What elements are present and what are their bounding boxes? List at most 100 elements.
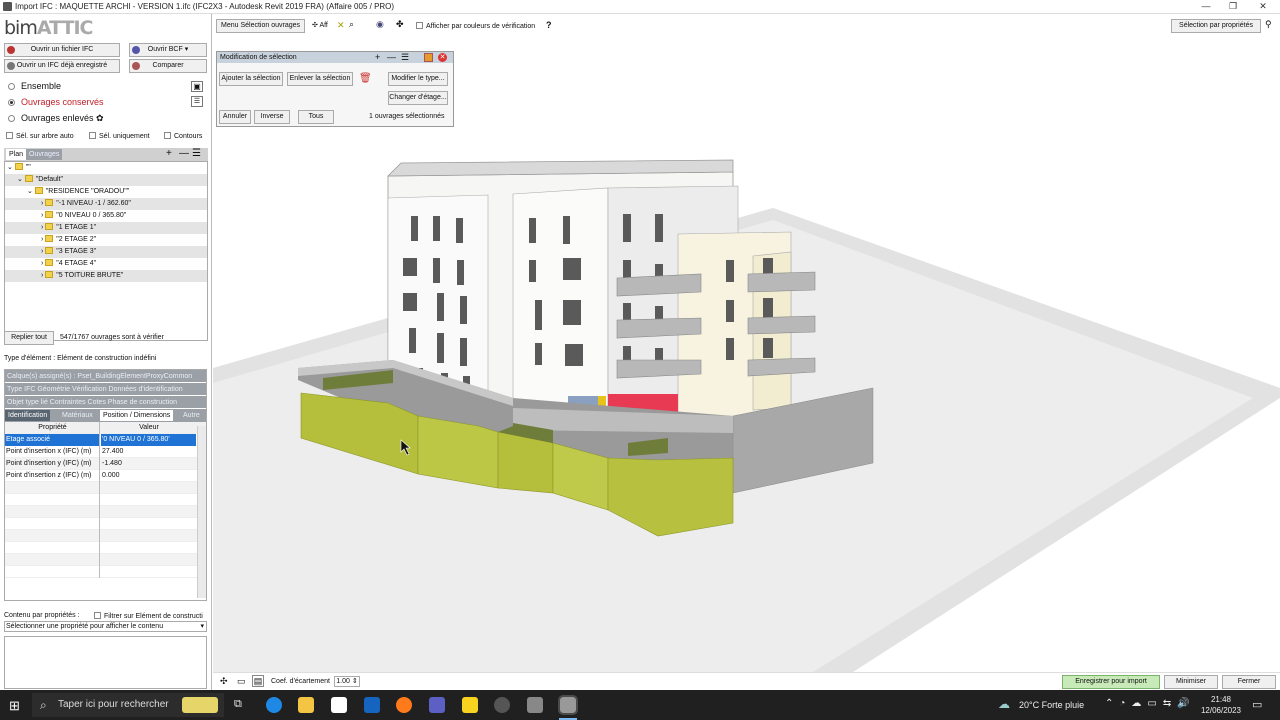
firefox-icon[interactable] — [396, 697, 412, 713]
clock-time[interactable]: 21:48 — [1203, 695, 1239, 704]
aff-button[interactable]: ✣ Aff — [312, 21, 328, 29]
add-selection-button[interactable]: Ajouter la sélection — [219, 72, 283, 86]
expand-all-icon[interactable]: + — [166, 148, 172, 159]
taskbar-search[interactable]: ⌕ Taper ici pour rechercher — [32, 693, 224, 717]
sticky-notes-icon[interactable] — [462, 697, 478, 713]
compare-button[interactable]: Comparer — [129, 59, 207, 73]
grey-row[interactable]: Type IFC Géométrie Vérification Données … — [5, 383, 206, 396]
frame-icon[interactable]: ▭ — [237, 676, 246, 687]
remove-selection-button[interactable]: Enlever la sélection — [287, 72, 353, 86]
coef-input[interactable]: 1.00 ⇕ — [334, 676, 360, 687]
screenshot-icon[interactable]: ▤ — [252, 675, 264, 687]
pin-icon[interactable]: ⚲ — [1265, 19, 1272, 30]
folder-icon — [24, 175, 33, 182]
table-row — [5, 482, 206, 494]
checkbox-only[interactable]: Sél. uniquement — [89, 132, 150, 140]
maximize-window-button[interactable]: ❐ — [1222, 1, 1244, 13]
tray-icons[interactable]: ⌃◔☁▭⇆🔊 — [1105, 698, 1196, 709]
tab-identification[interactable]: Identification — [5, 410, 51, 421]
tab-autre[interactable]: Autre — [180, 410, 203, 421]
building-model[interactable] — [213, 38, 1280, 672]
trash-icon[interactable]: 🗑 — [359, 73, 372, 84]
tree-row[interactable]: › "2 ETAGE 2" — [5, 234, 207, 246]
property-select[interactable]: Sélectionner une propriété pour afficher… — [4, 621, 207, 632]
table-row[interactable]: Etage associé '0 NIVEAU 0 / 365.80' — [5, 434, 206, 446]
minimize-window-button[interactable]: — — [1195, 1, 1217, 13]
modify-type-button[interactable]: Modifier le type... — [388, 72, 448, 86]
table-row[interactable]: Point d'insertion z (IFC) (m) 0.000 — [5, 470, 206, 482]
list-icon[interactable]: ☰ — [191, 96, 203, 107]
fit-icon[interactable]: ✕ — [337, 20, 345, 31]
close-button[interactable]: Fermer — [1222, 675, 1276, 689]
tree-row[interactable]: › "-1 NIVEAU -1 / 362.60" — [5, 198, 207, 210]
pin-icon[interactable] — [424, 53, 433, 62]
bimattic-app-icon[interactable] — [527, 697, 543, 713]
collapse-icon[interactable]: — — [179, 148, 189, 159]
checkbox-contours[interactable]: Contours — [164, 132, 202, 140]
tree-row[interactable]: › "4 ETAGE 4" — [5, 258, 207, 270]
cancel-button[interactable]: Annuler — [219, 110, 251, 124]
save-import-button[interactable]: Enregistrer pour import — [1062, 675, 1160, 689]
palette-icon[interactable]: ✤ — [396, 19, 404, 30]
color-check-checkbox[interactable]: Afficher par couleurs de vérification — [416, 22, 535, 30]
all-button[interactable]: Tous — [298, 110, 334, 124]
zoom-icon[interactable]: ⌕ — [349, 19, 354, 30]
tab-ouvrages[interactable]: Ouvrages — [26, 149, 63, 160]
clock-date[interactable]: 12/06/2023 — [1198, 706, 1244, 715]
windows-start-icon[interactable]: ⊞ — [9, 698, 20, 714]
open-saved-ifc-button[interactable]: Ouvrir un IFC déjà enregistré — [4, 59, 120, 73]
menu-icon[interactable]: ☰ — [192, 148, 201, 159]
close-window-button[interactable]: ✕ — [1252, 1, 1274, 13]
minus-icon[interactable]: — — [387, 52, 396, 63]
change-floor-button[interactable]: Changer d'étage... — [388, 91, 448, 105]
filter-checkbox[interactable]: Filtrer sur Elément de constructi — [94, 612, 203, 620]
menu-selection-button[interactable]: Menu Sélection ouvrages — [216, 19, 305, 33]
3d-viewport[interactable] — [213, 38, 1280, 672]
file-explorer-icon[interactable] — [298, 697, 314, 713]
move-icon[interactable]: ✣ — [220, 676, 228, 687]
tab-position-dimensions[interactable]: Position / Dimensions — [100, 410, 174, 421]
table-row[interactable]: Point d'insertion y (IFC) (m) -1.480 — [5, 458, 206, 470]
eye-icon[interactable]: ◉ — [376, 19, 384, 30]
teams-icon[interactable] — [429, 697, 445, 713]
properties-scrollbar[interactable] — [197, 426, 206, 598]
radio-ouvrages-conserves[interactable]: Ouvrages conservés — [8, 97, 104, 107]
bimattic-active-icon[interactable] — [558, 695, 578, 715]
tree-row[interactable]: › "0 NIVEAU 0 / 365.80" — [5, 210, 207, 222]
inverse-button[interactable]: Inverse — [254, 110, 290, 124]
add-icon[interactable]: + — [375, 52, 380, 63]
tab-plan[interactable]: Plan — [6, 149, 27, 160]
close-icon[interactable]: ✕ — [438, 53, 447, 62]
tree-row[interactable]: › "5 TOITURE BRUTE" — [5, 270, 207, 282]
tree-row[interactable]: ⌄ "RESIDENCE "ORADOU"" — [5, 186, 207, 198]
popup-title: Modification de sélection — [220, 54, 297, 61]
menu-icon[interactable]: ☰ — [401, 52, 409, 63]
tree-row[interactable]: ⌄ "" — [5, 162, 207, 174]
tree-row[interactable]: › "3 ETAGE 3" — [5, 246, 207, 258]
help-icon[interactable]: ? — [546, 20, 552, 30]
save-icon[interactable]: ▣ — [191, 81, 203, 92]
weather-text[interactable]: 20°C Forte pluie — [1019, 700, 1084, 710]
radio-ouvrages-enleves[interactable]: Ouvrages enlevés ✿ — [8, 113, 104, 124]
mail-icon[interactable] — [364, 697, 380, 713]
open-bcf-button[interactable]: Ouvrir BCF ▾ — [129, 43, 207, 57]
grey-row[interactable]: Calque(s) assigné(s) : Pset_BuildingElem… — [5, 370, 206, 383]
tree-row[interactable]: › "1 ETAGE 1" — [5, 222, 207, 234]
open-ifc-button[interactable]: Ouvrir un fichier IFC — [4, 43, 120, 57]
select-by-props-button[interactable]: Sélection par propriétés — [1171, 19, 1261, 33]
notifications-icon[interactable]: ▭ — [1252, 698, 1262, 711]
tree-row[interactable]: ⌄ "Default" — [5, 174, 207, 186]
radio-ensemble[interactable]: Ensemble — [8, 81, 61, 91]
table-row[interactable]: Point d'insertion x (IFC) (m) 27.400 — [5, 446, 206, 458]
tab-materiaux[interactable]: Matériaux — [59, 410, 96, 421]
edge-icon[interactable] — [266, 697, 282, 713]
store-icon[interactable] — [331, 697, 347, 713]
checkbox-auto[interactable]: Sél. sur arbre auto — [6, 132, 74, 140]
selection-count: 1 ouvrages sélectionnés — [369, 113, 445, 120]
collapse-all-button[interactable]: Replier tout — [4, 331, 54, 345]
task-view-icon[interactable]: ⧉ — [234, 698, 242, 711]
grey-row[interactable]: Objet type lié Contraintes Cotes Phase d… — [5, 396, 206, 409]
minimize-button[interactable]: Minimiser — [1164, 675, 1218, 689]
chrome-icon[interactable] — [494, 697, 510, 713]
content-list[interactable] — [4, 636, 207, 689]
